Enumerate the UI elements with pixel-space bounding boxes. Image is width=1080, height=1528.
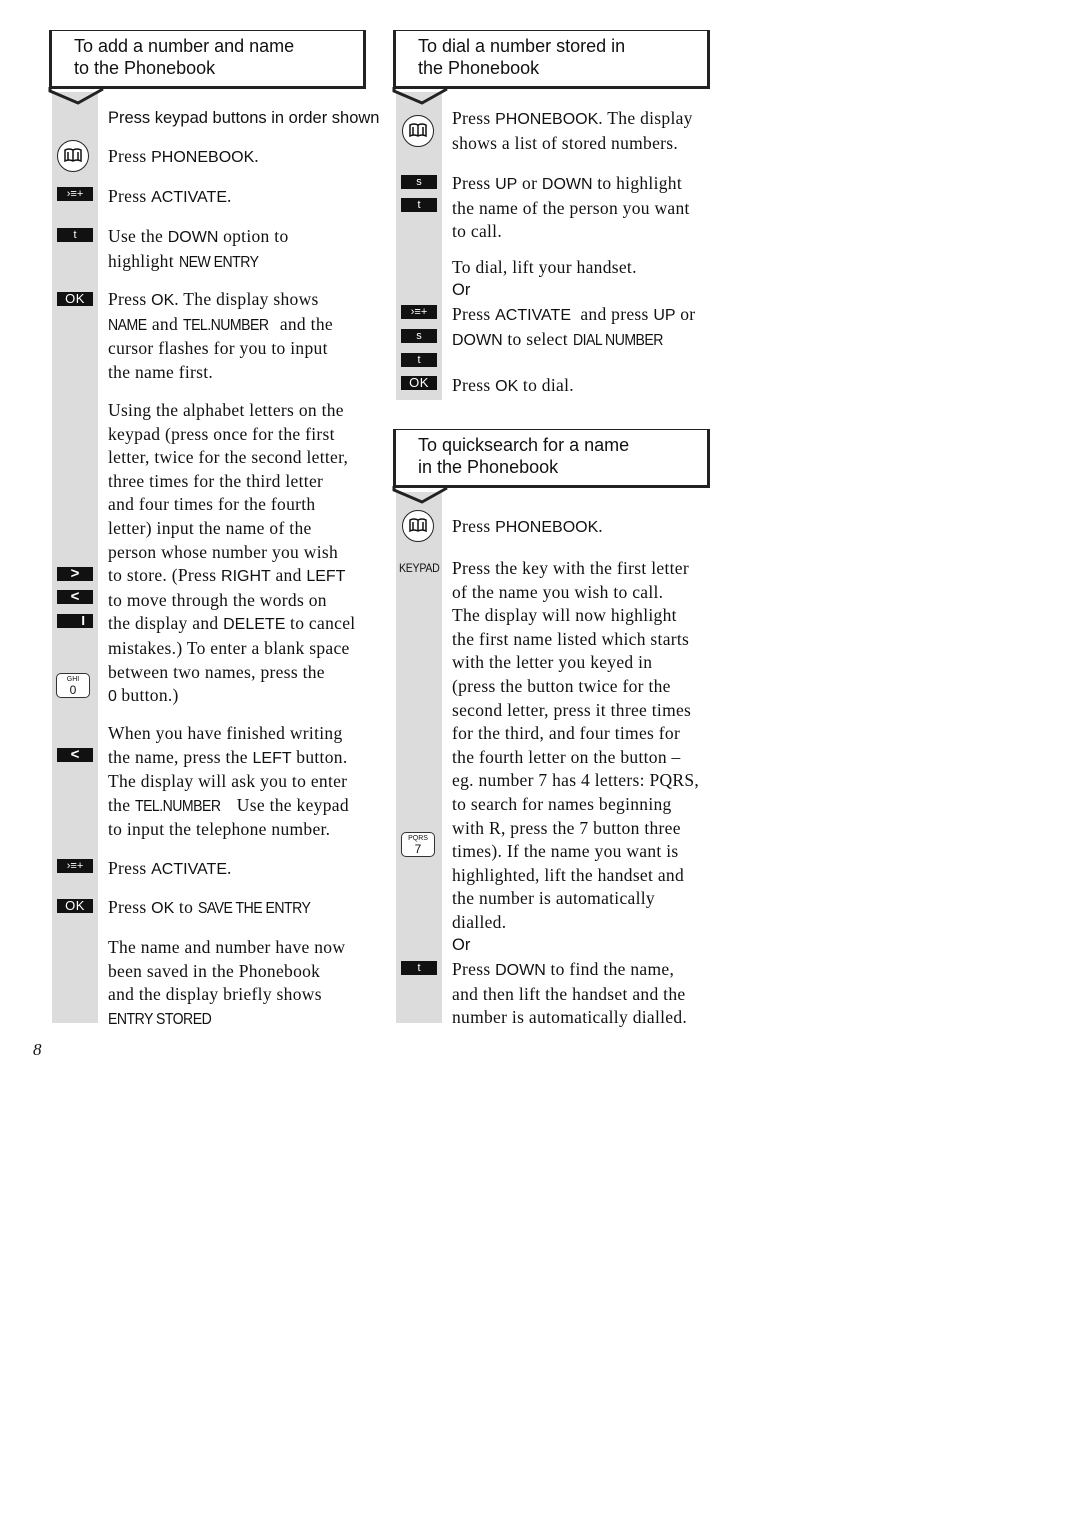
paragraph-line: keypad (press once for the first — [108, 423, 335, 444]
down-key-icon: t — [401, 198, 437, 212]
left-key-icon: < — [57, 747, 93, 762]
down-key-icon: t — [401, 961, 437, 975]
paragraph-line: between two names, press the — [108, 661, 325, 682]
paragraph-line: Press the key with the first letter — [452, 558, 689, 578]
section-header-quicksearch: To quicksearch for a name in the Phonebo… — [392, 429, 710, 504]
paragraph-line: for the third, and four times for — [452, 723, 681, 744]
para-finished-writing: When you have finished writing the name,… — [108, 723, 349, 840]
callout-tail-icon — [392, 486, 448, 504]
paragraph-line: the fourth letter on the button – — [452, 746, 681, 767]
paragraph-line: to store. (Press RIGHT and LEFT — [108, 565, 346, 586]
paragraph-line: 0 button.) — [108, 685, 179, 706]
ok-key-icon: OK — [57, 292, 93, 306]
step-down-find-name: Press DOWN to find the name, and then li… — [452, 959, 688, 1028]
or-label: Or — [452, 936, 471, 954]
step-quicksearch-phonebook: Press PHONEBOOK. — [452, 516, 603, 536]
seven-key-icon: PQRS 7 — [401, 832, 435, 857]
paragraph-line: three times for the third letter — [108, 470, 324, 491]
step-up-down-highlight: Press UP or DOWN to highlight the name o… — [452, 173, 690, 242]
para-entry-saved: The name and number have now been saved … — [108, 937, 346, 1028]
step-phonebook-list: Press PHONEBOOK. The display shows a lis… — [452, 108, 693, 153]
paragraph-line: times). If the name you want is — [452, 841, 679, 862]
intro-note: Press keypad buttons in order shown — [108, 109, 380, 127]
section-header-add-number: To add a number and name to the Phoneboo… — [48, 30, 366, 105]
section-header-dial-stored: To dial a number stored in the Phonebook — [392, 30, 710, 105]
down-key-icon: t — [57, 228, 93, 242]
paragraph-line: highlighted, lift the handset and — [452, 864, 685, 885]
step-press-activate-2: Press ACTIVATE. — [108, 858, 232, 878]
ok-key-icon: OK — [57, 899, 93, 913]
paragraph-line: to move through the words on — [108, 589, 327, 610]
or-label: Or — [452, 281, 471, 299]
paragraph-line: The display will now highlight — [452, 605, 677, 626]
step-ok-save-entry: Press OK to SAVE THE ENTRY — [108, 897, 311, 917]
paragraph-line: person whose number you wish — [108, 541, 339, 562]
paragraph-line: letter, twice for the second letter, — [108, 447, 349, 468]
ok-key-icon: OK — [401, 376, 437, 390]
step-activate-dial-number: Press ACTIVATE and press UP or DOWN to s… — [452, 304, 696, 349]
step-lift-handset: To dial, lift your handset. — [452, 257, 637, 277]
paragraph-line: the first name listed which starts — [452, 628, 690, 649]
page-number: 8 — [33, 1040, 42, 1059]
para-quicksearch-keypad: Press the key with the first letter of th… — [452, 557, 699, 935]
step-down-new-entry: Use the DOWN option to highlight NEW ENT… — [108, 226, 289, 271]
paragraph-line: (press the button twice for the — [452, 675, 671, 696]
section-title: To add a number and name to the Phoneboo… — [74, 36, 295, 78]
phonebook-key-icon — [57, 140, 89, 172]
paragraph-line: with R, press the 7 button three — [452, 817, 681, 838]
step-press-activate: Press ACTIVATE. — [108, 186, 232, 206]
phonebook-key-icon — [402, 510, 434, 542]
paragraph-line: Using the alphabet letters on the — [108, 400, 344, 420]
callout-tail-icon — [392, 87, 448, 105]
activate-key-icon: ›≡+ — [57, 859, 93, 873]
paragraph-line: of the name you wish to call. — [452, 581, 664, 602]
zero-key-icon: GHI 0 — [56, 673, 90, 698]
paragraph-line: letter) input the name of the — [108, 517, 312, 538]
callout-tail-icon — [48, 87, 104, 105]
paragraph-line: second letter, press it three times — [452, 699, 692, 720]
para-alphabet-entry: Using the alphabet letters on the keypad … — [108, 399, 355, 709]
up-key-icon: s — [401, 175, 437, 189]
right-key-icon: > — [57, 566, 93, 581]
down-key-icon: t — [401, 353, 437, 367]
paragraph-line: eg. number 7 has 4 letters: PQRS, — [452, 770, 700, 791]
step-press-ok: Press OK. The display shows NAME and TEL.… — [108, 289, 333, 382]
paragraph-line: and four times for the fourth — [108, 494, 316, 515]
paragraph-line: to search for names beginning — [452, 793, 672, 814]
left-key-icon: < — [57, 589, 93, 604]
paragraph-line: dialled. — [452, 911, 507, 932]
phonebook-key-icon — [402, 115, 434, 147]
activate-key-icon: ›≡+ — [57, 187, 93, 201]
activate-key-icon: ›≡+ — [401, 305, 437, 319]
keypad-label: KEYPAD — [399, 563, 440, 575]
paragraph-line: mistakes.) To enter a blank space — [108, 637, 350, 658]
paragraph-line: the number is automatically — [452, 888, 655, 909]
paragraph-line: the display and DELETE to cancel — [108, 613, 356, 634]
delete-key-icon: I — [57, 614, 93, 628]
step-ok-dial: Press OK to dial. — [452, 375, 574, 395]
paragraph-line: with the letter you keyed in — [452, 652, 653, 673]
step-press-phonebook: Press PHONEBOOK. — [108, 146, 259, 166]
up-key-icon: s — [401, 329, 437, 343]
